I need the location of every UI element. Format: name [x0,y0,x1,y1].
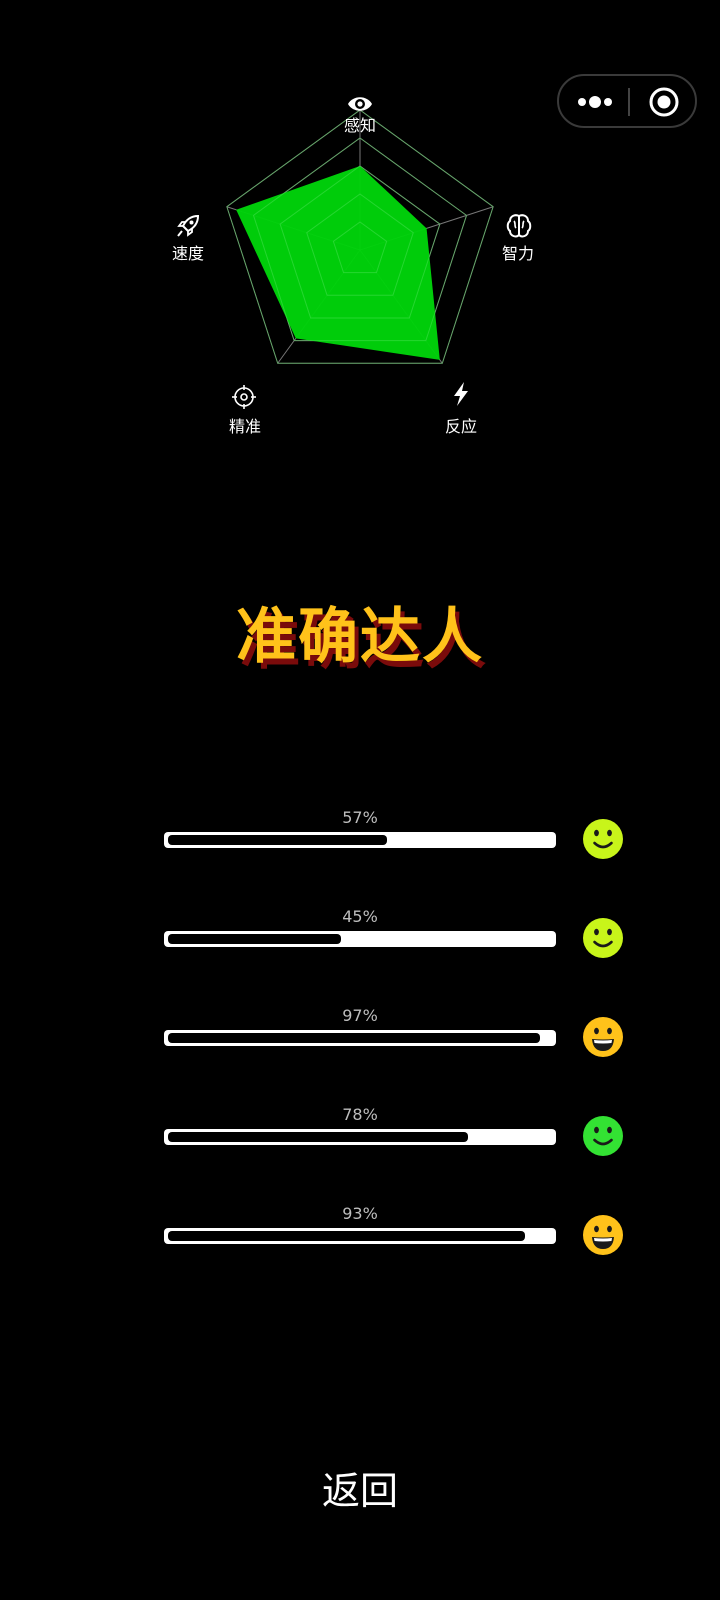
score-progress-bar [164,931,556,947]
score-progress-bar [164,832,556,848]
score-row: 97% [0,1006,720,1066]
score-progress-fill [168,1231,526,1241]
score-progress-fill [168,1132,468,1142]
target-icon [232,385,256,409]
score-percent: 93% [342,1204,378,1223]
score-percent: 78% [342,1105,378,1124]
mini-program-capsule [557,74,697,128]
capsule-divider [628,88,630,116]
result-title: 准确达人 [236,602,484,672]
grin-face-icon [583,1017,623,1057]
radar-label-perception: 感知 [343,116,376,135]
radar-label-reaction: 反应 [444,417,477,436]
score-row: 57% [0,808,720,868]
score-progress-fill [168,1033,541,1043]
radar-label-accuracy: 精准 [228,417,261,436]
radar-label-intelligence: 智力 [501,244,534,263]
back-button[interactable]: 返回 [0,1460,720,1515]
grin-face-icon [583,1215,623,1255]
brain-icon [506,214,532,238]
score-progress-bar [164,1129,556,1145]
score-progress-fill [168,934,341,944]
score-row: 78% [0,1105,720,1165]
score-progress-fill [168,835,387,845]
score-percent: 45% [342,907,378,926]
rocket-icon [177,214,200,237]
score-row: 45% [0,907,720,967]
close-circle-icon[interactable] [648,86,680,118]
score-percent: 97% [342,1006,378,1025]
ability-radar-chart: 感知 智力 反应 精准 速度 [160,80,560,450]
score-progress-bar [164,1030,556,1046]
score-progress-bar [164,1228,556,1244]
score-row: 93% [0,1204,720,1264]
lightning-icon [454,382,468,406]
score-percent: 57% [342,808,378,827]
smile-face-icon [583,819,623,859]
smile-face-icon [583,1116,623,1156]
radar-label-speed: 速度 [171,244,204,263]
more-dots-icon[interactable] [577,91,613,113]
smile-face-icon [583,918,623,958]
